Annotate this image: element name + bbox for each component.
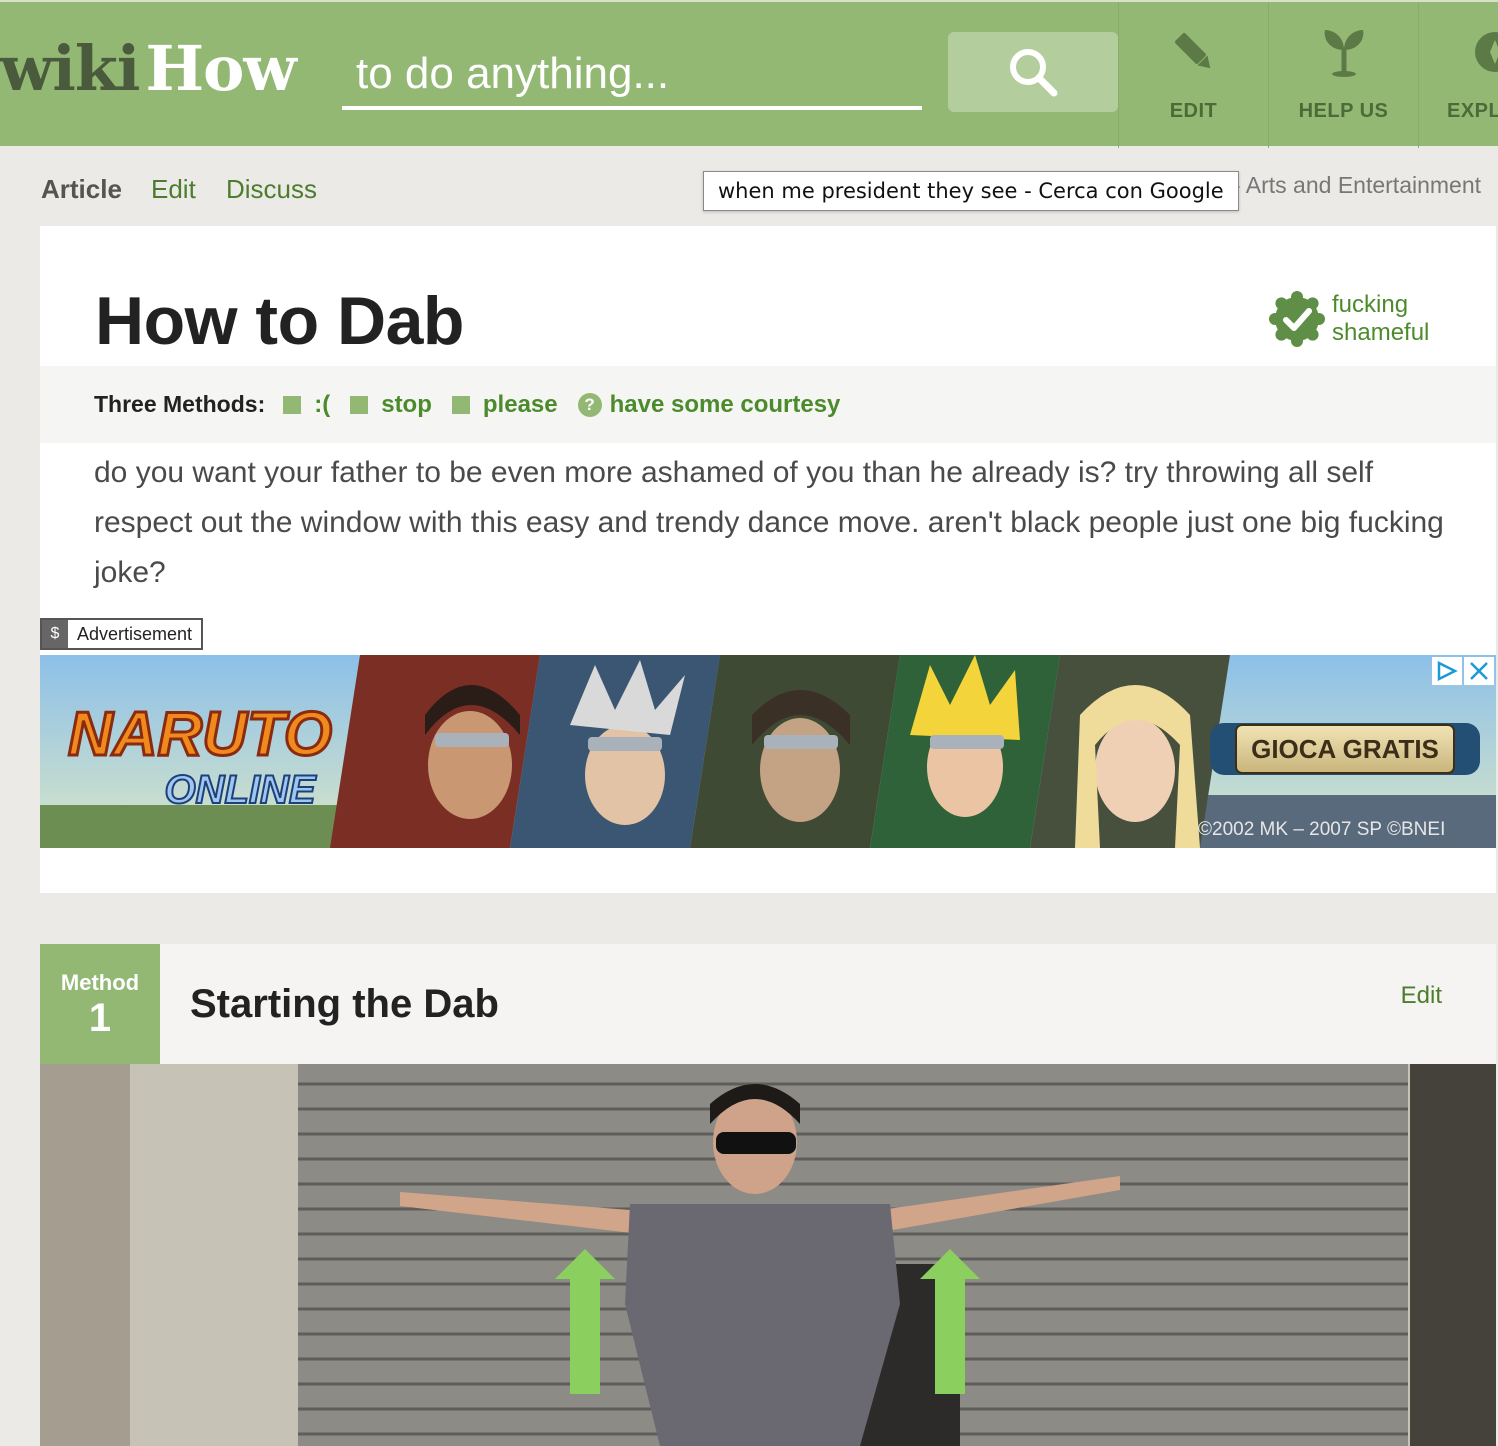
ad-banner[interactable]: NARUTO ONLINE GIOCA GRATIS ©2002 MK – 20… xyxy=(40,655,1496,848)
nav-explore[interactable]: EXPL xyxy=(1418,2,1498,148)
badge-label-line1: fucking xyxy=(1332,291,1409,319)
method-link-3[interactable]: please xyxy=(451,390,558,419)
tab-discuss[interactable]: Discuss xyxy=(226,174,317,205)
nav-help-us[interactable]: HELP US xyxy=(1268,2,1418,148)
questions-link-label: have some courtesy xyxy=(609,390,841,418)
expert-badge[interactable]: fucking shameful xyxy=(1268,290,1442,348)
method-edit-link[interactable]: Edit xyxy=(1401,982,1442,1010)
method-number: 1 xyxy=(88,996,112,1040)
method-square-icon xyxy=(283,395,302,414)
tab-article[interactable]: Article xyxy=(41,174,122,205)
site-header: wikiHow EDIT HELP US xyxy=(0,0,1498,148)
nav-explore-label: EXPL xyxy=(1447,100,1498,122)
advertisement-label: $ Advertisement xyxy=(40,618,204,650)
search-input[interactable] xyxy=(342,42,922,110)
ad-banner-artwork: NARUTO ONLINE GIOCA GRATIS ©2002 MK – 20… xyxy=(40,655,1496,848)
nav-help-us-label: HELP US xyxy=(1298,100,1389,122)
ad-brand-bottom: ONLINE xyxy=(164,768,316,812)
method-link-1-label: :( xyxy=(314,390,331,418)
methods-label: Three Methods: xyxy=(94,391,266,417)
questions-link[interactable]: ? have some courtesy xyxy=(577,390,841,419)
article-intro: do you want your father to be even more … xyxy=(94,456,1444,589)
method-step-image[interactable] xyxy=(40,1064,1496,1446)
method-square-icon xyxy=(350,395,369,414)
method-header: Method 1 Starting the Dab Edit xyxy=(40,944,1496,1064)
wikihow-logo[interactable]: wikiHow xyxy=(0,38,297,100)
verified-check-icon xyxy=(1269,291,1325,347)
badge-label: fucking shameful xyxy=(1332,291,1442,346)
advertisement-text: Advertisement xyxy=(77,623,193,644)
method-label: Method xyxy=(60,970,140,995)
search-icon xyxy=(1010,49,1058,97)
methods-bar: Three Methods: :( stop please ? have som… xyxy=(40,366,1496,443)
dollar-icon: $ xyxy=(42,620,68,648)
nav-edit-label: EDIT xyxy=(1169,100,1218,122)
article-card: How to Dab fucking shameful Three Method… xyxy=(40,226,1496,893)
logo-wiki-text: wiki xyxy=(0,32,140,105)
question-mark-icon: ? xyxy=(577,392,602,417)
page-title: How to Dab xyxy=(95,283,464,359)
tab-edit[interactable]: Edit xyxy=(151,174,196,205)
method-link-2-label: stop xyxy=(381,390,432,418)
nav-edit[interactable]: EDIT xyxy=(1118,2,1268,148)
dab-photo xyxy=(40,1064,1496,1446)
logo-how-text: How xyxy=(145,32,296,105)
method-link-1[interactable]: :( xyxy=(283,391,330,419)
method-link-2[interactable]: stop xyxy=(350,391,432,419)
sprout-icon xyxy=(1319,26,1369,78)
compass-icon xyxy=(1469,26,1498,78)
method-title: Starting the Dab xyxy=(190,982,499,1026)
search-button[interactable] xyxy=(948,32,1118,112)
badge-label-line2: shameful xyxy=(1332,319,1430,346)
method-number-tab: Method 1 xyxy=(40,944,160,1064)
ad-brand-top: NARUTO xyxy=(68,700,332,769)
ad-copyright: ©2002 MK – 2007 SP ©BNEI xyxy=(1198,819,1445,840)
method-square-icon xyxy=(451,395,470,414)
method-link-3-label: please xyxy=(482,390,558,418)
ad-cta: GIOCA GRATIS xyxy=(1251,734,1439,764)
browser-tooltip: when me president they see - Cerca con G… xyxy=(703,171,1239,211)
breadcrumb[interactable]: › Arts and Entertainment xyxy=(1233,172,1481,199)
pencil-icon xyxy=(1169,26,1219,78)
